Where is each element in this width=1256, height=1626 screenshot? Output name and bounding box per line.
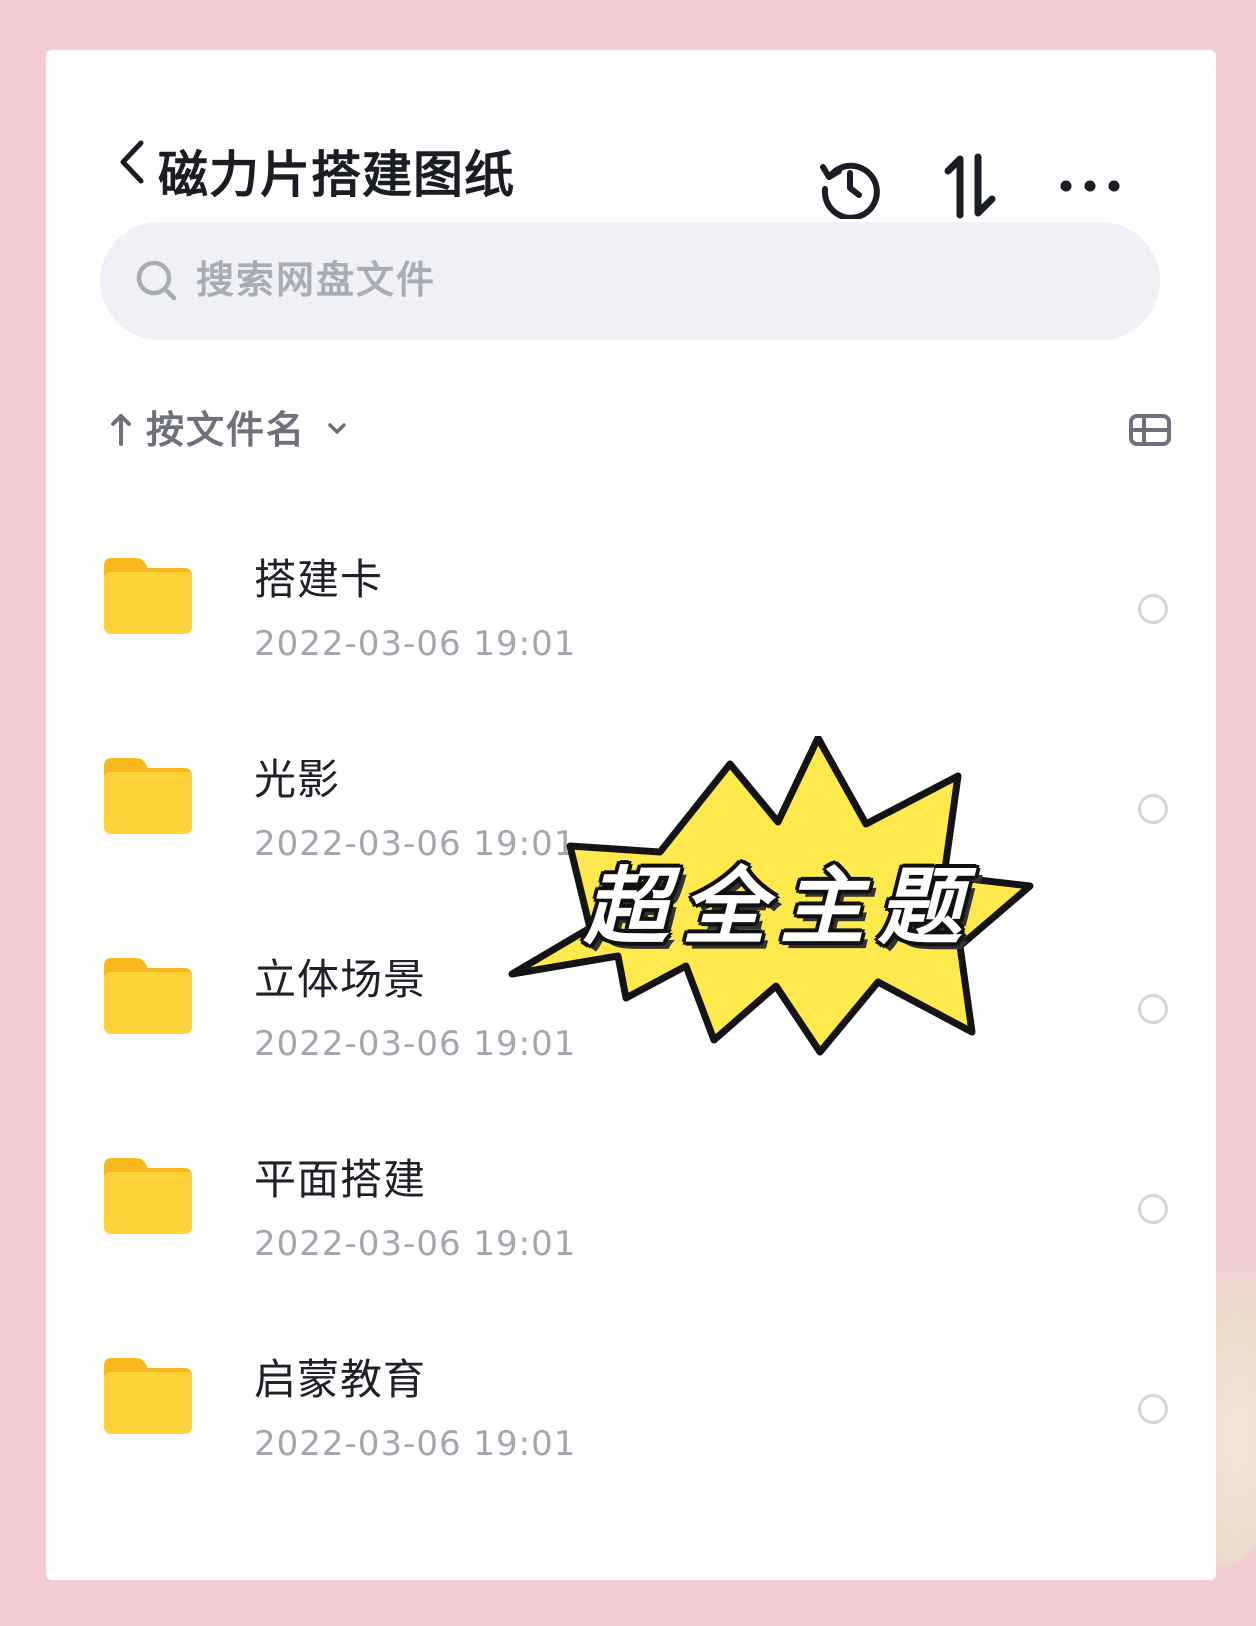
- file-name: 平面搭建: [254, 1155, 427, 1204]
- sort-arrow-icon[interactable]: [106, 400, 136, 460]
- page-title: 磁力片搭建图纸: [158, 146, 515, 204]
- search-icon: [136, 260, 177, 301]
- promo-text: 超全主题: [583, 857, 976, 956]
- more-button[interactable]: [1054, 150, 1126, 222]
- folder-icon: [104, 1158, 192, 1234]
- select-radio[interactable]: [1138, 994, 1168, 1024]
- history-icon: [820, 162, 880, 219]
- file-date: 2022-03-06 19:01: [254, 1224, 577, 1264]
- sort-order-button[interactable]: [934, 150, 1006, 222]
- file-date: 2022-03-06 19:01: [254, 624, 577, 664]
- promo-starburst: 超全主题: [500, 734, 1040, 1056]
- back-button[interactable]: [110, 132, 154, 192]
- select-radio[interactable]: [1138, 594, 1168, 624]
- file-name: 光影: [254, 755, 341, 804]
- sort-bar: 按文件名: [100, 400, 1171, 460]
- more-icon: [1060, 180, 1120, 192]
- folder-icon: [104, 758, 192, 834]
- sort-order-icon: [944, 153, 996, 219]
- sort-dropdown[interactable]: 按文件名: [146, 408, 306, 452]
- select-radio[interactable]: [1138, 1194, 1168, 1224]
- chevron-down-icon[interactable]: [322, 414, 352, 444]
- list-item[interactable]: 启蒙教育 2022-03-06 19:01: [46, 1310, 1216, 1510]
- folder-icon: [104, 558, 192, 634]
- history-button[interactable]: [814, 150, 886, 222]
- folder-icon: [104, 958, 192, 1034]
- select-radio[interactable]: [1138, 1394, 1168, 1424]
- file-name: 搭建卡: [254, 555, 384, 604]
- view-toggle-icon[interactable]: [1126, 406, 1174, 454]
- search-input[interactable]: 搜索网盘文件: [100, 222, 1160, 340]
- header: 磁力片搭建图纸: [46, 50, 1216, 230]
- list-item[interactable]: 平面搭建 2022-03-06 19:01: [46, 1110, 1216, 1310]
- file-date: 2022-03-06 19:01: [254, 1424, 577, 1464]
- back-icon: [120, 140, 144, 184]
- file-name: 启蒙教育: [254, 1355, 427, 1404]
- search-placeholder: 搜索网盘文件: [196, 258, 437, 302]
- list-item[interactable]: 搭建卡 2022-03-06 19:01: [46, 510, 1216, 710]
- select-radio[interactable]: [1138, 794, 1168, 824]
- folder-icon: [104, 1358, 192, 1434]
- file-name: 立体场景: [254, 955, 427, 1004]
